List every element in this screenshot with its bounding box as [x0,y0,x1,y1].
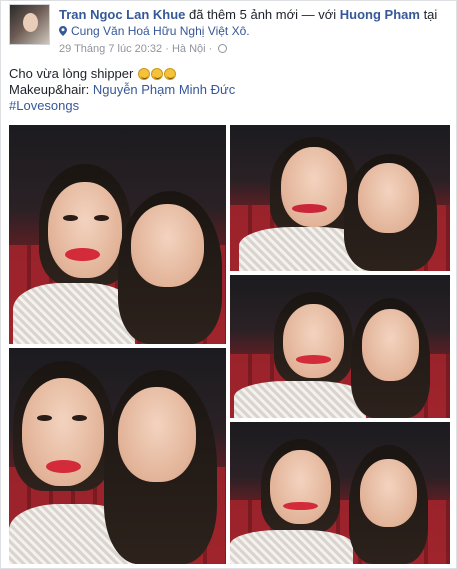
post-city[interactable]: Hà Nội [172,43,206,55]
face-right [357,162,420,234]
lips [65,247,101,261]
face-right [362,309,420,381]
hashtag-link[interactable]: #Lovesongs [9,98,79,113]
globe-icon[interactable] [218,44,228,53]
face-right [130,203,205,288]
photo-1[interactable] [9,125,226,344]
dress [13,282,135,344]
makeup-credit-line: Makeup&hair: Nguyễn Phạm Minh Đức [9,81,235,97]
caption-line: Cho vừa lòng shipper [9,65,235,81]
photo-5[interactable] [230,422,450,564]
photo-3[interactable] [230,275,450,418]
dress [230,529,354,564]
post-caption: Cho vừa lòng shipper Makeup&hair: Nguyễn… [9,65,235,113]
post-header: Tran Ngoc Lan Khue đã thêm 5 ảnh mới — v… [9,4,452,56]
meta-separator: · [165,43,169,55]
dress [234,380,367,418]
post-meta: 29 Tháng 7 lúc 20:32 · Hà Nội · [59,43,228,56]
lips [291,203,327,213]
face-left [280,146,347,228]
makeup-artist-link[interactable]: Nguyễn Phạm Minh Đức [93,82,235,97]
grinning-face-emoji-icon [137,68,150,80]
hashtag-line: #Lovesongs [9,97,235,113]
grinning-face-emoji-icon [163,68,176,80]
photo-2[interactable] [230,125,450,271]
map-pin-icon [59,26,67,36]
action-text: đã thêm 5 ảnh mới — với [189,7,337,22]
location-link[interactable]: Cung Văn Hoá Hữu Nghị Việt Xô. [59,24,250,39]
author-avatar[interactable] [9,4,50,45]
grinning-face-emoji-icon [150,68,163,80]
meta-separator: · [208,43,213,55]
face-right [359,458,417,528]
face-right [117,386,196,482]
face-left [282,303,345,378]
tagged-friend-link[interactable]: Huong Pham [340,7,420,22]
lips [296,355,332,364]
author-name-link[interactable]: Tran Ngoc Lan Khue [59,7,185,22]
face-left [269,450,332,525]
face-left [48,181,122,279]
post-timestamp[interactable]: 29 Tháng 7 lúc 20:32 [59,43,162,55]
at-text: tại [423,7,438,22]
caption-text: Cho vừa lòng shipper [9,66,134,81]
makeup-label: Makeup&hair: [9,82,90,97]
photo-grid [9,125,450,564]
photo-4[interactable] [9,348,226,564]
lips [282,501,318,511]
facebook-post: Tran Ngoc Lan Khue đã thêm 5 ảnh mới — v… [0,0,457,569]
location-text: Cung Văn Hoá Hữu Nghị Việt Xô. [71,24,250,38]
post-headline: Tran Ngoc Lan Khue đã thêm 5 ảnh mới — v… [59,6,437,23]
